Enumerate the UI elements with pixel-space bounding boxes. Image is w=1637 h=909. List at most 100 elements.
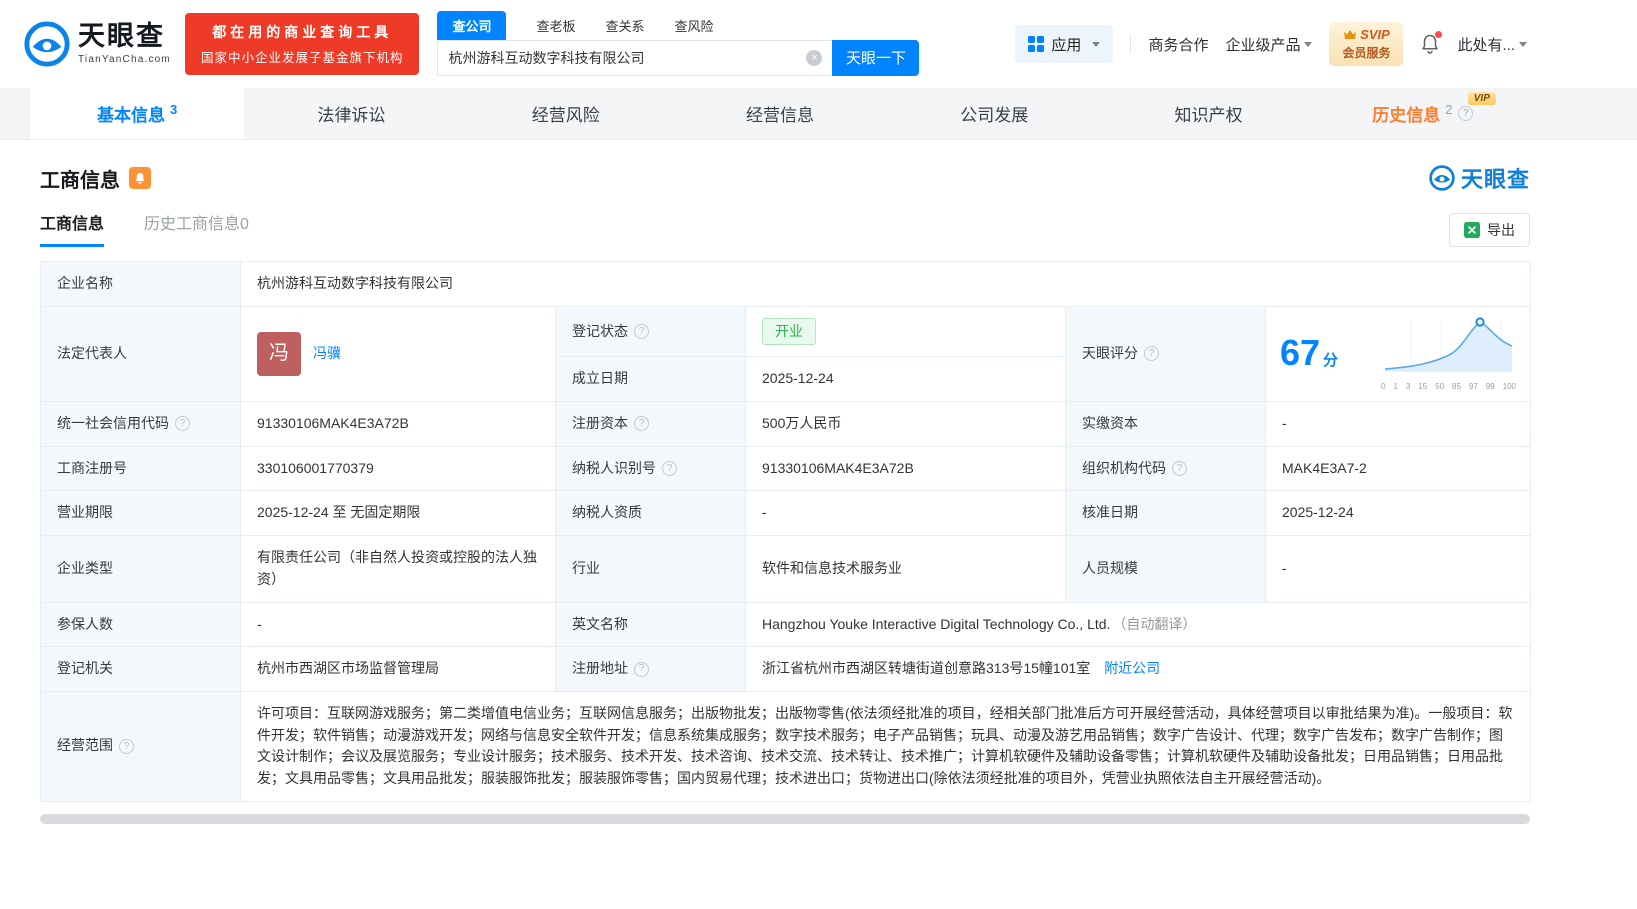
help-icon[interactable]: ? [634, 416, 649, 432]
search-input[interactable] [448, 49, 807, 66]
search-tab-risk[interactable]: 查风险 [675, 11, 714, 40]
field-label-taxpayer-qualification: 纳税人资质 [555, 490, 746, 537]
promo-line2: 国家中小企业发展子基金旗下机构 [200, 51, 404, 65]
search-tab-company[interactable]: 查公司 [437, 10, 507, 40]
chevron-down-icon [1519, 41, 1527, 47]
field-value-business-scope: 许可项目：互联网游戏服务；第二类增值电信业务；互联网信息服务；出版物批发；出版物… [239, 690, 1532, 802]
tab-legal-label: 法律诉讼 [317, 106, 386, 125]
legal-rep-avatar[interactable]: 冯 [257, 331, 301, 376]
status-badge: 开业 [762, 317, 816, 346]
help-icon[interactable]: ? [634, 661, 649, 677]
field-value-insured-count: - [240, 601, 556, 648]
apps-grid-icon [1028, 36, 1045, 52]
apps-button[interactable]: 应用 [1015, 25, 1114, 63]
field-value-industry: 软件和信息技术服务业 [745, 535, 1066, 603]
subtab-history-business-info[interactable]: 历史工商信息0 [144, 210, 249, 247]
tab-operating-risk[interactable]: 经营风险 [459, 88, 673, 139]
tab-operation-label: 经营信息 [745, 106, 814, 125]
clear-search-icon[interactable]: × [806, 49, 823, 66]
tab-history-info[interactable]: VIP 历史信息 2 ? [1316, 88, 1530, 139]
field-value-business-term: 2025-12-24 至 无固定期限 [240, 490, 556, 537]
field-label-insured-count: 参保人数 [40, 601, 241, 648]
field-value-company-type: 有限责任公司（非自然人投资或控股的法人独资） [240, 535, 556, 603]
field-label-legal-representative: 法定代表人 [40, 305, 241, 403]
field-label-organization-code: 组织机构代码? [1065, 445, 1266, 492]
field-value-establish-date: 2025-12-24 [745, 356, 1066, 403]
horizontal-scrollbar[interactable] [40, 813, 1530, 824]
account-menu-label: 此处有... [1457, 36, 1515, 54]
help-icon[interactable]: ? [119, 738, 134, 754]
logo-brand-text: 天眼查 [78, 21, 165, 51]
vip-badge: VIP [1467, 92, 1496, 105]
header-right-nav: 应用 商务合作 企业级产品 SVIP 会员服务 此处有... [1015, 22, 1527, 66]
tab-basic-info[interactable]: 基本信息 3 [30, 88, 245, 139]
monitor-bell-icon[interactable] [129, 167, 151, 189]
field-label-tianyan-score: 天眼评分? [1065, 305, 1266, 403]
notification-dot [1435, 31, 1443, 38]
help-icon[interactable]: ? [1144, 346, 1159, 362]
field-value-registered-address: 浙江省杭州市西湖区转塘街道创意路313号15幢101室 附近公司 [744, 646, 1532, 692]
field-value-company-name: 杭州游科互动数字科技有限公司 [239, 261, 1532, 307]
tianyancha-eye-icon [1429, 165, 1455, 191]
notification-bell-icon[interactable] [1420, 31, 1443, 55]
field-value-taxpayer-qualification: - [745, 490, 1066, 537]
field-label-taxpayer-id: 纳税人识别号? [555, 445, 746, 492]
business-info-table: 企业名称 杭州游科互动数字科技有限公司 法定代表人 冯 冯骥 登记状态? 开业 [40, 261, 1532, 802]
tab-history-count: 2 [1445, 102, 1453, 117]
legal-rep-name-link[interactable]: 冯骥 [313, 343, 341, 365]
search-tabs: 查公司 查老板 查关系 查风险 [437, 10, 919, 40]
field-label-company-name: 企业名称 [40, 261, 241, 307]
table-row: 参保人数 - 英文名称 Hangzhou Youke Interactive D… [40, 601, 1532, 648]
field-label-business-scope: 经营范围? [40, 690, 241, 802]
promo-badge[interactable]: 都在用的商业查询工具 国家中小企业发展子基金旗下机构 [184, 13, 420, 75]
tab-risk-label: 经营风险 [531, 106, 600, 125]
table-row: 经营范围? 许可项目：互联网游戏服务；第二类增值电信业务；互联网信息服务；出版物… [40, 690, 1532, 802]
export-button[interactable]: 导出 [1449, 213, 1530, 247]
account-menu[interactable]: 此处有... [1457, 34, 1527, 55]
nearby-companies-link[interactable]: 附近公司 [1104, 660, 1160, 676]
table-row: 企业类型 有限责任公司（非自然人投资或控股的法人独资） 行业 软件和信息技术服务… [40, 535, 1532, 603]
search-tab-relation[interactable]: 查关系 [606, 11, 645, 40]
help-icon[interactable]: ? [634, 324, 649, 340]
watermark-text: 天眼查 [1460, 167, 1530, 192]
excel-icon [1464, 222, 1480, 238]
field-label-approval-date: 核准日期 [1065, 490, 1266, 537]
chevron-down-icon [1092, 41, 1101, 47]
search-button[interactable]: 天眼一下 [832, 39, 920, 76]
tab-company-development[interactable]: 公司发展 [887, 88, 1101, 139]
main-content: 工商信息 天眼查 工商信息 历史工商信息0 导出 企业名称 杭州游科互动数字科技… [40, 162, 1532, 802]
field-label-paid-in-capital: 实缴资本 [1065, 401, 1266, 447]
field-label-establish-date: 成立日期 [555, 356, 746, 403]
apps-label: 应用 [1051, 36, 1082, 54]
field-value-legal-representative: 冯 冯骥 [240, 305, 556, 403]
field-label-credit-code: 统一社会信用代码? [40, 401, 241, 447]
field-value-organization-code: MAK4E3A7-2 [1264, 445, 1532, 492]
tab-development-label: 公司发展 [960, 106, 1029, 125]
tab-operating-info[interactable]: 经营信息 [673, 88, 887, 139]
tianyancha-logo[interactable]: 天眼查 TianYanCha.com [24, 21, 171, 67]
table-row: 企业名称 杭州游科互动数字科技有限公司 [40, 261, 1532, 307]
help-icon[interactable]: ? [662, 461, 677, 477]
enterprise-products-link[interactable]: 企业级产品 [1225, 34, 1313, 55]
chevron-down-icon [1304, 41, 1313, 47]
business-cooperation-link[interactable]: 商务合作 [1148, 34, 1208, 55]
logo-domain-text: TianYanCha.com [78, 54, 171, 65]
table-row: 统一社会信用代码? 91330106MAK4E3A72B 注册资本? 500万人… [40, 401, 1532, 447]
search-tab-boss[interactable]: 查老板 [536, 11, 575, 40]
tab-legal-proceedings[interactable]: 法律诉讼 [244, 88, 458, 139]
divider [1130, 34, 1132, 54]
field-label-business-term: 营业期限 [40, 490, 241, 537]
svip-member-service-label: 会员服务 [1342, 46, 1391, 60]
tab-intellectual-property[interactable]: 知识产权 [1101, 88, 1315, 139]
help-icon[interactable]: ? [1172, 461, 1187, 477]
field-value-english-name: Hangzhou Youke Interactive Digital Techn… [744, 601, 1532, 648]
help-icon[interactable]: ? [175, 416, 190, 432]
field-value-registration-number: 330106001770379 [240, 445, 556, 492]
subtab-business-info[interactable]: 工商信息 [40, 210, 105, 247]
field-label-registered-address: 注册地址? [555, 646, 746, 692]
search-area: 查公司 查老板 查关系 查风险 × 天眼一下 [437, 10, 920, 76]
crown-icon [1343, 29, 1357, 40]
svip-membership-button[interactable]: SVIP 会员服务 [1329, 22, 1404, 66]
tab-basic-info-label: 基本信息 [97, 106, 166, 125]
help-icon[interactable]: ? [1458, 106, 1474, 121]
